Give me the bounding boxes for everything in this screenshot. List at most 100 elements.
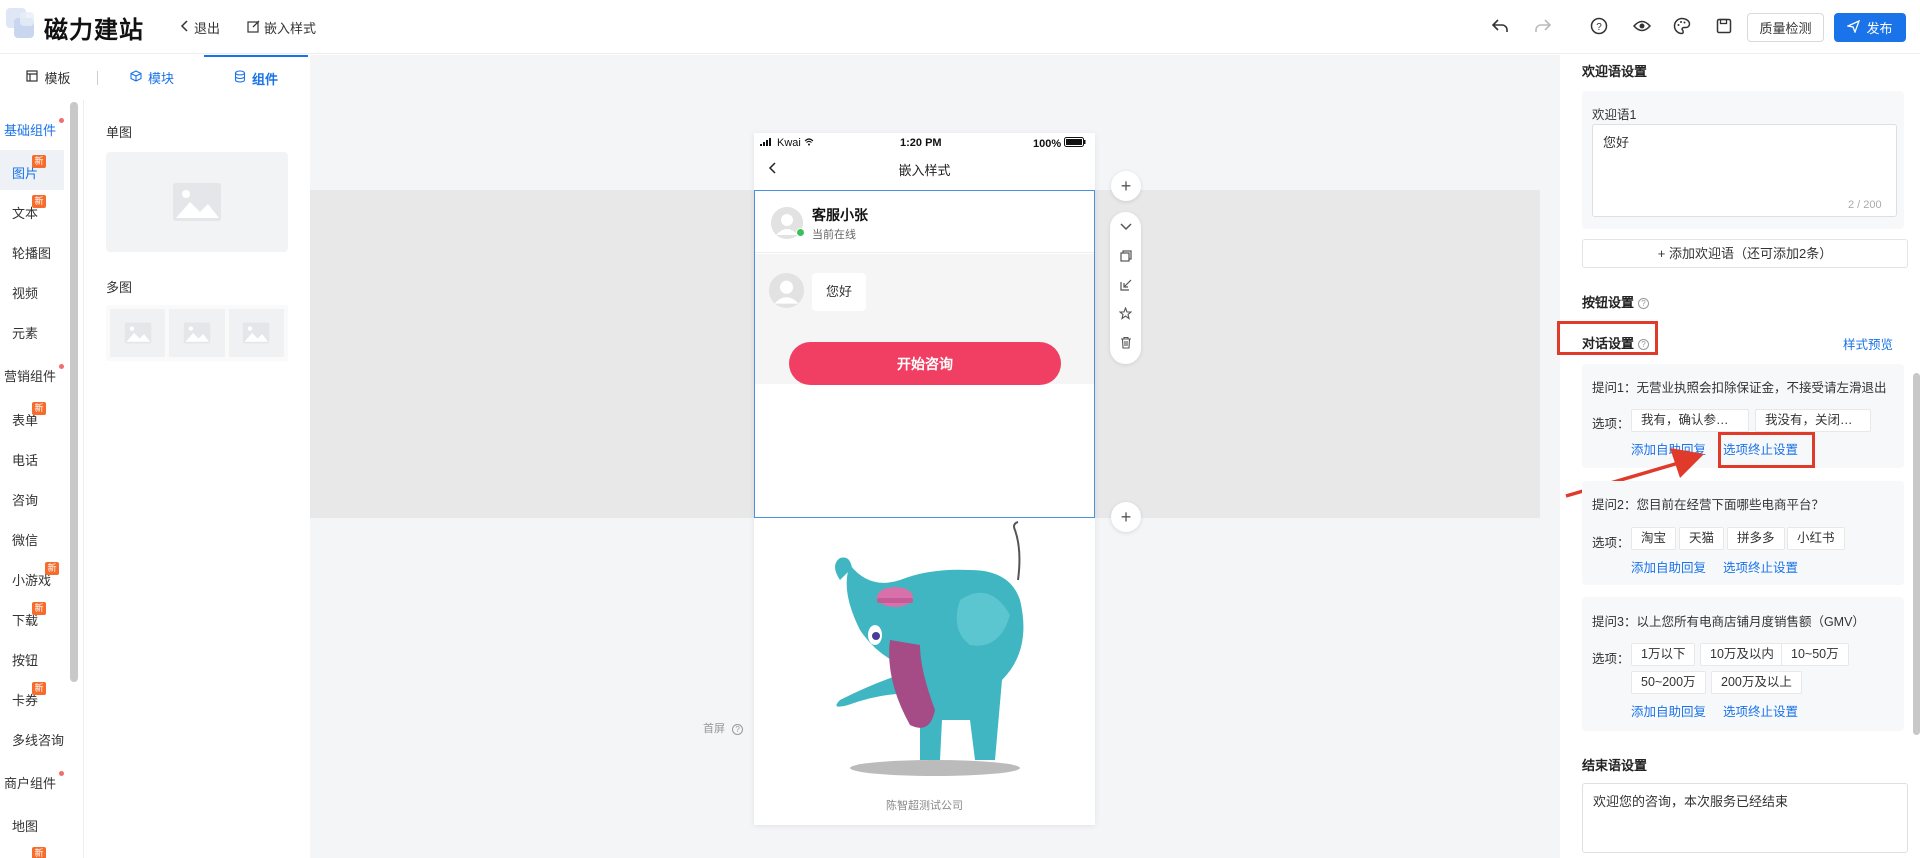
svg-text:?: ? [1596, 22, 1602, 33]
question-text: 提问1：无营业执照会扣除保证金，不接受请左滑退出 [1592, 381, 1887, 395]
dialog-settings-label: 对话设置 [1582, 336, 1635, 351]
chevron-left-icon [180, 20, 190, 35]
option-chip[interactable]: 淘宝 [1631, 527, 1677, 550]
add-auto-reply-link[interactable]: 添加自助回复 [1631, 701, 1706, 720]
copy-icon[interactable] [1110, 241, 1141, 270]
new-badge: 新 [32, 847, 46, 858]
exit-label: 退出 [194, 21, 221, 36]
import-icon[interactable] [1110, 270, 1141, 299]
quality-check-button[interactable]: 质量检测 [1747, 13, 1824, 42]
chat-header: 客服小张 当前在线 [755, 191, 1094, 253]
single-image-component[interactable] [106, 152, 288, 252]
rail-item-consult[interactable]: 咨询 [12, 490, 38, 509]
dialog-settings-title: 对话设置? [1582, 333, 1650, 352]
star-icon[interactable] [1110, 299, 1141, 328]
single-image-title: 单图 [106, 125, 133, 140]
options-label: 选项： [1592, 536, 1630, 550]
option-stop-settings-link[interactable]: 选项终止设置 [1723, 557, 1798, 576]
style-preview-link[interactable]: 样式预览 [1843, 334, 1893, 353]
new-badge: 新 [32, 602, 46, 615]
exit-button[interactable]: 退出 [180, 18, 220, 37]
redo-icon[interactable] [1531, 14, 1555, 38]
move-down-icon[interactable] [1110, 212, 1141, 241]
option-chip[interactable]: 50~200万 [1631, 671, 1706, 694]
preview-eye-icon[interactable] [1630, 14, 1654, 38]
tab-templates[interactable]: 模板 [0, 55, 97, 99]
rail-item-phone[interactable]: 电话 [12, 450, 38, 469]
multi-image-component[interactable] [106, 305, 288, 361]
option-chip[interactable]: 200万及以上 [1711, 671, 1802, 694]
image-placeholder-icon [169, 309, 225, 357]
logo-text: 磁力建站 [44, 17, 144, 44]
group-merchant[interactable]: 商户组件 [4, 773, 56, 792]
option-chip[interactable]: 10万及以内 [1700, 643, 1784, 666]
option-chip[interactable]: 我没有，关闭… [1755, 409, 1871, 432]
help-icon[interactable]: ? [732, 723, 744, 735]
image-placeholder-icon [173, 183, 221, 221]
option-chip[interactable]: 1万以下 [1631, 643, 1696, 666]
rail-item-button[interactable]: 按钮 [12, 650, 38, 669]
rail-item-video[interactable]: 视频 [12, 283, 38, 302]
trash-icon[interactable] [1110, 328, 1141, 357]
palette-icon[interactable] [1670, 14, 1694, 38]
option-chip[interactable]: 10~50万 [1781, 643, 1849, 666]
page-name-edit[interactable]: 嵌入样式 [247, 18, 316, 37]
end-section-title: 结束语设置 [1582, 758, 1648, 773]
rail-scrollbar[interactable] [70, 102, 78, 682]
add-welcome-button[interactable]: + 添加欢迎语（还可添加2条） [1582, 239, 1908, 268]
section-toolbar [1110, 212, 1141, 364]
greeting-bubble: 您好 [812, 273, 866, 311]
group-marketing[interactable]: 营销组件 [4, 366, 56, 385]
rail-item-element[interactable]: 元素 [12, 323, 38, 342]
option-chip[interactable]: 拼多多 [1727, 527, 1785, 550]
help-icon[interactable]: ? [1638, 339, 1650, 351]
publish-button[interactable]: 发布 [1834, 13, 1906, 42]
tab-modules[interactable]: 模块 [104, 55, 200, 99]
new-badge: 新 [32, 155, 46, 168]
add-section-below-button[interactable]: + [1111, 502, 1141, 532]
welcome-label: 欢迎语1 [1592, 108, 1637, 122]
save-icon[interactable] [1712, 14, 1736, 38]
database-icon [234, 70, 246, 86]
rail-item-multi-consult[interactable]: 多线咨询 [12, 730, 64, 749]
group-basic[interactable]: 基础组件 [4, 120, 56, 139]
agent-name: 客服小张 [812, 207, 868, 223]
edit-icon [247, 20, 260, 36]
rail-item-wechat[interactable]: 微信 [12, 530, 38, 549]
multi-image-title: 多图 [106, 280, 133, 295]
rail-item-map[interactable]: 地图 [12, 816, 38, 835]
start-consult-button[interactable]: 开始咨询 [789, 342, 1061, 385]
agent-status: 当前在线 [812, 229, 856, 241]
option-stop-settings-link[interactable]: 选项终止设置 [1723, 701, 1798, 720]
undo-icon[interactable] [1488, 14, 1512, 38]
options-label: 选项： [1592, 652, 1630, 666]
image-placeholder-icon [228, 309, 284, 357]
option-chip[interactable]: 我有，确认参… [1631, 409, 1749, 432]
rail-item-carousel[interactable]: 轮播图 [12, 243, 51, 262]
battery-level: 100% [1033, 137, 1062, 150]
phone-nav-title: 嵌入样式 [898, 163, 951, 178]
add-section-above-button[interactable]: + [1111, 171, 1141, 201]
tab-divider [97, 71, 98, 85]
carrier-name: Kwai [777, 137, 801, 149]
back-chevron-icon[interactable] [768, 155, 778, 187]
logo-icon [6, 8, 38, 40]
end-message-textarea[interactable]: 欢迎您的咨询，本次服务已经结束 [1582, 783, 1908, 853]
group-dot [59, 364, 64, 369]
settings-scrollbar[interactable] [1913, 373, 1920, 735]
signal-icon [760, 137, 774, 149]
option-chip[interactable]: 小红书 [1787, 527, 1845, 550]
help-icon[interactable]: ? [1587, 14, 1611, 38]
help-icon[interactable]: ? [1638, 298, 1650, 310]
option-chip[interactable]: 天猫 [1679, 527, 1725, 550]
new-badge: 新 [32, 402, 46, 415]
button-settings-label: 按钮设置 [1582, 295, 1635, 310]
cube-icon [130, 69, 142, 85]
group-dot [59, 771, 64, 776]
tab-templates-label: 模板 [44, 70, 71, 86]
online-status-dot [796, 228, 805, 237]
add-auto-reply-link[interactable]: 添加自助回复 [1631, 557, 1706, 576]
question-text: 提问2：您目前在经营下面哪些电商平台？ [1592, 498, 1824, 512]
tab-components[interactable]: 组件 [204, 55, 308, 99]
send-icon [1846, 19, 1861, 36]
